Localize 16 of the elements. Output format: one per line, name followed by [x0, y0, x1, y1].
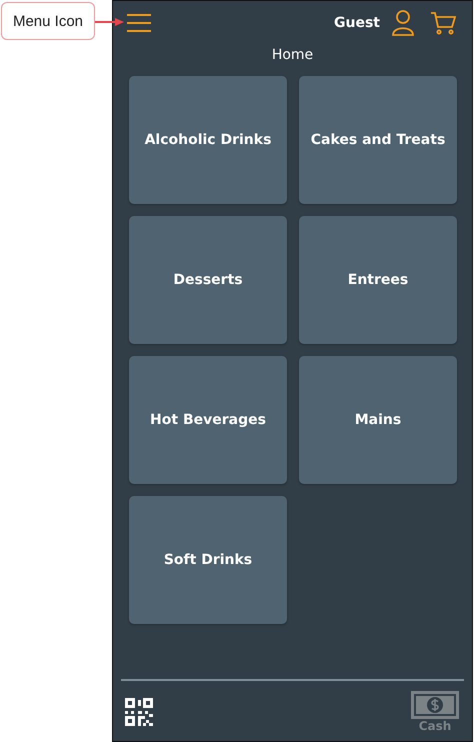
- category-tile[interactable]: Entrees: [299, 216, 457, 344]
- category-tile[interactable]: Alcoholic Drinks: [129, 76, 287, 204]
- user-icon[interactable]: [392, 10, 414, 36]
- cart-icon[interactable]: [430, 11, 456, 35]
- category-tile[interactable]: Hot Beverages: [129, 356, 287, 484]
- callout-label: Menu Icon: [1, 2, 95, 40]
- pointer-arrow: [95, 17, 125, 27]
- banknote-icon: [411, 691, 459, 719]
- user-name: Guest: [334, 15, 380, 31]
- menu-icon[interactable]: [127, 14, 151, 32]
- category-tile[interactable]: Cakes and Treats: [299, 76, 457, 204]
- page-title: Home: [272, 47, 314, 63]
- category-tile[interactable]: Desserts: [129, 216, 287, 344]
- category-tile[interactable]: Soft Drinks: [129, 496, 287, 624]
- qr-code-icon[interactable]: [125, 698, 153, 726]
- category-tile[interactable]: Mains: [299, 356, 457, 484]
